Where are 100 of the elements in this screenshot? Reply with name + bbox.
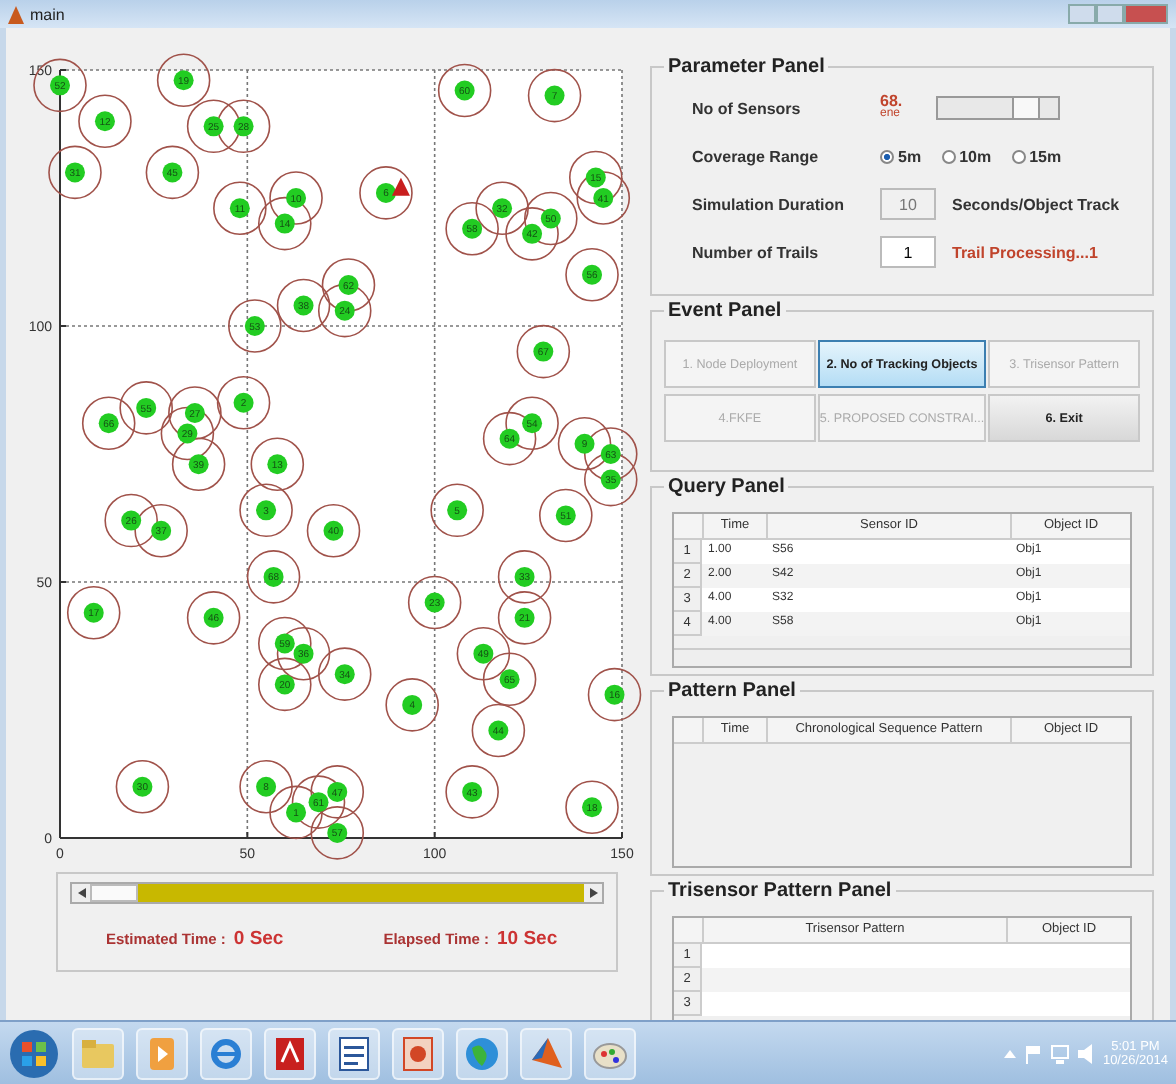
target-marker <box>391 177 410 196</box>
sensor-dot <box>50 75 70 96</box>
coverage-ring <box>104 493 158 548</box>
sensor-dot <box>244 316 265 336</box>
sensor-dot <box>473 643 494 664</box>
coverage-ring <box>258 196 312 251</box>
coverage-ring <box>145 145 200 200</box>
sensor-dot <box>462 218 483 239</box>
slider-thumb[interactable] <box>1011 96 1040 120</box>
sensor-slider[interactable] <box>936 96 1060 120</box>
sensor-dot <box>233 392 254 413</box>
sensor-dot <box>203 116 224 137</box>
coverage-ring <box>239 760 293 814</box>
coverage-ring <box>385 678 439 732</box>
coverage-ring <box>186 591 241 645</box>
coverage-ring <box>168 386 222 440</box>
globe-icon[interactable] <box>464 1035 500 1071</box>
coverage-ring <box>516 324 571 379</box>
radio-option[interactable]: 5m <box>880 147 922 165</box>
sensor-dot <box>203 607 224 628</box>
coverage-ring <box>557 416 612 471</box>
sensor-dot <box>593 188 614 208</box>
slider-thumb[interactable] <box>90 884 138 902</box>
speaker-icon[interactable] <box>1078 1043 1095 1063</box>
coverage-ring <box>81 396 136 451</box>
sensor-dot <box>424 592 445 613</box>
trails-field[interactable]: 1 <box>880 236 936 268</box>
sensor-dot <box>375 182 396 203</box>
close-button[interactable] <box>1124 4 1168 24</box>
sensor-dot <box>323 520 344 541</box>
coverage-ring <box>115 760 170 814</box>
sensor-dot <box>582 797 603 818</box>
coverage-ring <box>216 99 271 154</box>
sensor-dot <box>334 664 355 685</box>
coverage-ring <box>276 626 331 681</box>
panel-title: Event Panel <box>666 300 784 322</box>
folder-icon[interactable] <box>80 1037 116 1069</box>
coverage-ring <box>228 299 282 353</box>
coverage-ring <box>430 483 484 538</box>
right-arrow-button[interactable] <box>584 884 602 902</box>
panel-title: Trisensor Pattern Panel <box>666 880 894 902</box>
browser-icon[interactable] <box>208 1035 244 1071</box>
radio-option[interactable]: 15m <box>1011 147 1062 165</box>
coverage-ring <box>317 647 372 701</box>
minimize-button[interactable] <box>1068 4 1096 24</box>
coverage-ring <box>565 248 619 302</box>
left-arrow-button[interactable] <box>72 884 90 902</box>
panel-title: Query Panel <box>666 476 787 498</box>
sensor-dot <box>555 505 576 526</box>
sensor-dot <box>177 423 198 444</box>
sensor-dot <box>65 162 85 183</box>
coverage-ring <box>306 504 361 558</box>
flag-icon[interactable] <box>1024 1043 1043 1063</box>
coverage-ring <box>250 437 305 492</box>
start-button[interactable] <box>8 1027 60 1079</box>
coverage-ring <box>497 591 552 645</box>
coverage-ring <box>269 785 323 840</box>
sensor-dot <box>488 720 509 741</box>
sensor-dot <box>462 781 483 802</box>
sensor-dot <box>522 413 543 434</box>
elapsed-time-value: 10 Sec <box>497 928 558 950</box>
sensor-dot <box>136 397 157 418</box>
coverage-ring <box>497 550 552 604</box>
coverage-ring <box>437 63 492 118</box>
coverage-ring <box>527 68 582 123</box>
network-icon[interactable] <box>1050 1043 1071 1063</box>
coverage-ring <box>239 483 293 538</box>
sensor-dot <box>544 85 565 106</box>
coverage-ring <box>359 166 413 220</box>
coverage-ring <box>576 171 631 225</box>
slides-icon[interactable] <box>402 1035 434 1071</box>
maximize-button[interactable] <box>1096 4 1124 24</box>
sensor-dot <box>574 433 595 454</box>
left-arrow-icon <box>77 888 85 898</box>
cone-icon[interactable] <box>528 1035 564 1071</box>
unit-label: Seconds/Object Track <box>952 195 1120 213</box>
pdf-icon[interactable] <box>274 1035 306 1071</box>
coverage-ring <box>48 145 102 200</box>
sensor-dot <box>293 295 314 316</box>
sensor-dot <box>533 341 554 362</box>
coverage-ring <box>156 53 211 108</box>
tray-arrow-icon[interactable] <box>1004 1047 1017 1059</box>
sensor-dot <box>286 188 307 208</box>
sensor-dot <box>274 213 295 234</box>
sensor-dot <box>582 264 603 285</box>
sensor-dot <box>492 198 513 219</box>
sensor-dot <box>338 275 359 296</box>
sensor-dot <box>327 781 348 802</box>
time-slider[interactable] <box>70 882 604 904</box>
coverage-ring <box>482 411 537 466</box>
document-icon[interactable] <box>338 1035 370 1071</box>
sensor-dot <box>585 167 606 188</box>
sensor-dot <box>173 70 194 91</box>
panel-title: Parameter Panel <box>666 56 827 78</box>
media-player-icon[interactable] <box>148 1035 176 1071</box>
coverage-ring <box>160 406 215 461</box>
coverage-ring <box>310 806 365 860</box>
radio-option[interactable]: 10m <box>941 147 992 165</box>
sensor-dot <box>132 776 153 797</box>
sensor-count: 68. <box>880 94 905 108</box>
